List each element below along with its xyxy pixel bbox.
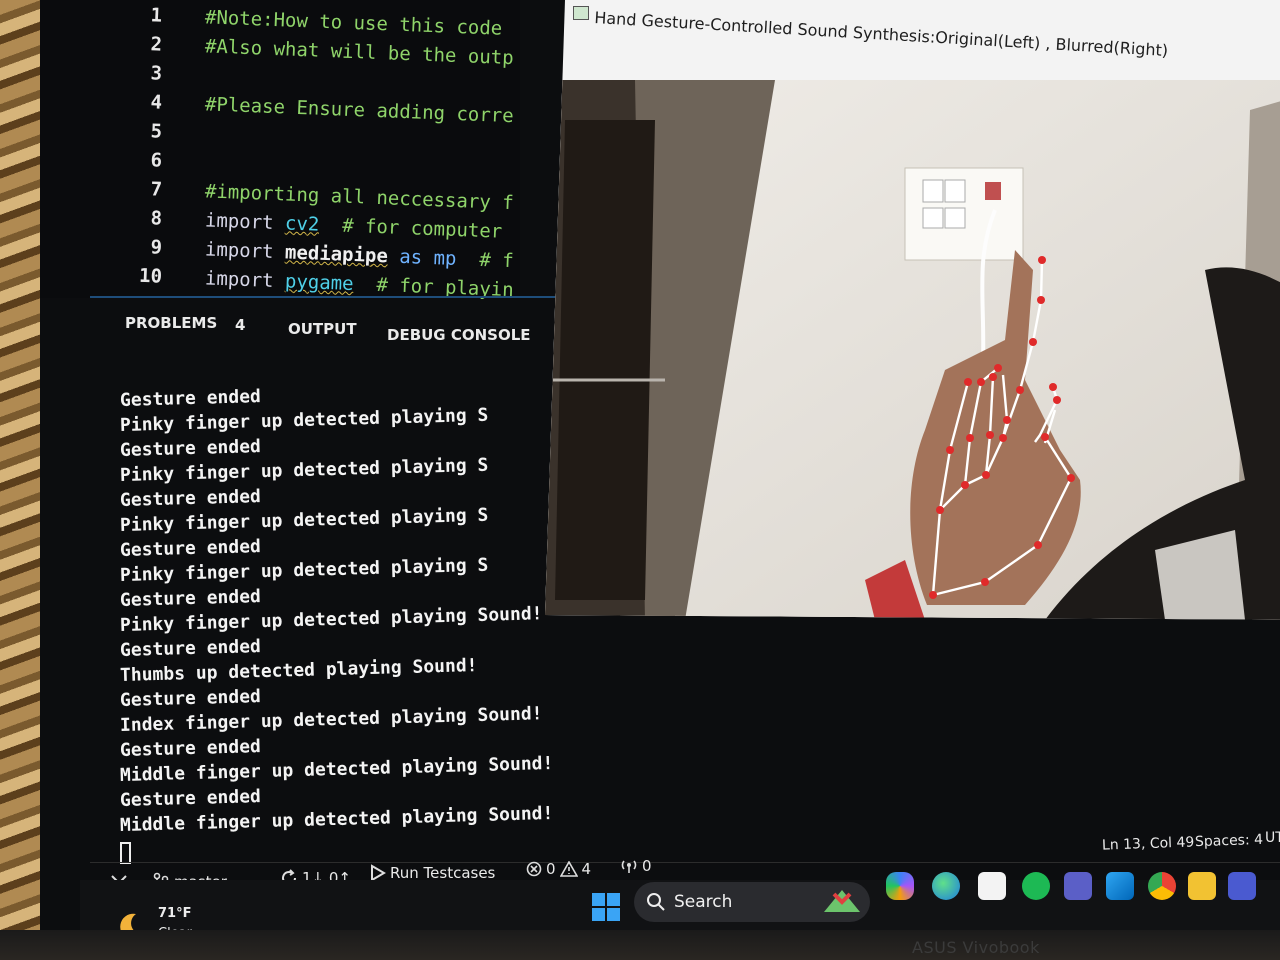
edge-browser-icon[interactable] xyxy=(932,872,960,900)
tab-output[interactable]: OUTPUT xyxy=(288,320,357,338)
microsoft-store-icon[interactable] xyxy=(978,872,1006,900)
code-token: # for computer xyxy=(318,213,503,243)
code-token: pygame xyxy=(284,270,355,296)
code-token: mediapipe xyxy=(284,241,389,268)
code-line[interactable]: 4 #Please Ensure adding corre xyxy=(40,87,514,127)
code-line[interactable]: 10 import pygame # for playin xyxy=(40,261,514,301)
terminal-line: Gesture ended xyxy=(119,586,262,611)
code-token: import xyxy=(204,209,286,235)
camera-window-titlebar[interactable]: Hand Gesture-Controlled Sound Synthesis:… xyxy=(565,0,1280,80)
code-line[interactable]: 1 #Note:How to use this code xyxy=(40,0,502,39)
windows-start-icon[interactable] xyxy=(592,893,620,921)
terminal-line: Thumbs up detected playing Sound! xyxy=(119,655,478,686)
terminal-line: Gesture ended xyxy=(119,636,262,661)
tab-problems[interactable]: PROBLEMS 4 xyxy=(125,314,245,334)
window-app-icon xyxy=(573,6,589,20)
spotify-icon[interactable] xyxy=(1022,872,1050,900)
warning-count: 4 xyxy=(581,860,592,878)
code-line[interactable]: 6 xyxy=(40,145,162,173)
code-line[interactable]: 7 #importing all neccessary f xyxy=(40,174,514,214)
code-text: import mediapipe as mp # f xyxy=(205,238,514,272)
terminal-line: Gesture ended xyxy=(119,536,262,561)
teams-icon[interactable] xyxy=(1064,872,1092,900)
device-brand: ASUS Vivobook xyxy=(912,938,1040,957)
code-token: as mp xyxy=(387,245,457,270)
line-number: 8 xyxy=(150,207,163,230)
encoding-status[interactable]: UTF xyxy=(1265,830,1280,846)
laptop-bezel xyxy=(0,930,1280,960)
ports-status[interactable]: 0 xyxy=(620,857,652,875)
code-token: #Also what will be the outp xyxy=(204,35,515,70)
error-icon xyxy=(526,861,542,877)
code-token: # f xyxy=(456,248,515,273)
code-token: cv2 xyxy=(284,212,320,236)
code-editor[interactable]: 1 #Note:How to use this code 2 #Also what w… xyxy=(40,0,520,301)
line-number: 2 xyxy=(150,33,163,56)
line-number: 9 xyxy=(150,236,163,259)
ports-count: 0 xyxy=(642,857,652,875)
code-token: #importing all neccessary f xyxy=(204,180,515,215)
terminal-line: Gesture ended xyxy=(119,786,262,811)
search-highlight-icon xyxy=(824,890,860,912)
code-line[interactable]: 2 #Also what will be the outp xyxy=(40,29,514,69)
code-text: #Please Ensure adding corre xyxy=(205,93,514,127)
code-text: import cv2 # for computer xyxy=(205,209,503,242)
code-text: #Also what will be the outp xyxy=(205,35,514,69)
file-explorer-icon[interactable] xyxy=(1188,872,1216,900)
terminal-line: Gesture ended xyxy=(119,736,262,761)
cursor-position[interactable]: Ln 13, Col 49 xyxy=(1102,834,1195,853)
code-line[interactable]: 5 xyxy=(40,116,162,144)
terminal-line: Gesture ended xyxy=(119,386,262,411)
search-icon xyxy=(647,893,665,911)
camera-window[interactable]: Hand Gesture-Controlled Sound Synthesis:… xyxy=(545,0,1280,620)
tab-problems-label: PROBLEMS xyxy=(125,314,218,332)
tab-debug-console[interactable]: DEBUG CONSOLE xyxy=(387,326,531,344)
problems-count-badge: 4 xyxy=(235,316,246,334)
teams-work-icon[interactable] xyxy=(1228,872,1256,900)
code-token: #Please Ensure adding corre xyxy=(204,93,515,128)
code-text: #Note:How to use this code xyxy=(205,6,503,39)
line-number: 6 xyxy=(150,149,163,172)
line-number: 4 xyxy=(150,91,163,114)
line-number: 1 xyxy=(150,4,163,27)
error-count: 0 xyxy=(546,860,556,878)
weather-temp: 71°F xyxy=(158,906,192,921)
code-token: import xyxy=(204,238,286,264)
chrome-icon[interactable] xyxy=(1148,872,1176,900)
warning-icon xyxy=(559,861,578,877)
broadcast-icon xyxy=(621,860,637,873)
code-line[interactable]: 9 import mediapipe as mp # f xyxy=(40,232,514,272)
camera-window-title: Hand Gesture-Controlled Sound Synthesis:… xyxy=(593,8,1169,61)
vscode-icon[interactable] xyxy=(1106,872,1134,900)
code-line[interactable]: 3 xyxy=(40,58,162,86)
taskbar-search[interactable]: Search xyxy=(634,882,870,922)
problems-status[interactable]: 0 4 xyxy=(526,860,591,878)
code-token: import xyxy=(204,267,286,293)
code-token: #Note:How to use this code xyxy=(204,6,503,40)
laptop-screen: 1 #Note:How to use this code 2 #Also what w… xyxy=(40,0,1280,935)
panel-divider xyxy=(90,296,570,298)
indent-spaces[interactable]: Spaces: 4 xyxy=(1195,832,1264,850)
search-label: Search xyxy=(674,892,733,912)
copilot-icon[interactable] xyxy=(886,872,914,900)
terminal-line: Gesture ended xyxy=(119,436,262,461)
camera-feed xyxy=(545,80,1280,620)
line-number: 3 xyxy=(150,62,163,85)
code-text: #importing all neccessary f xyxy=(205,180,514,214)
line-number: 10 xyxy=(138,264,163,288)
line-number: 5 xyxy=(150,120,163,143)
terminal-line: Gesture ended xyxy=(119,486,262,511)
terminal-line: Gesture ended xyxy=(119,686,262,711)
code-line[interactable]: 8 import cv2 # for computer xyxy=(40,203,502,242)
line-number: 7 xyxy=(150,178,163,201)
